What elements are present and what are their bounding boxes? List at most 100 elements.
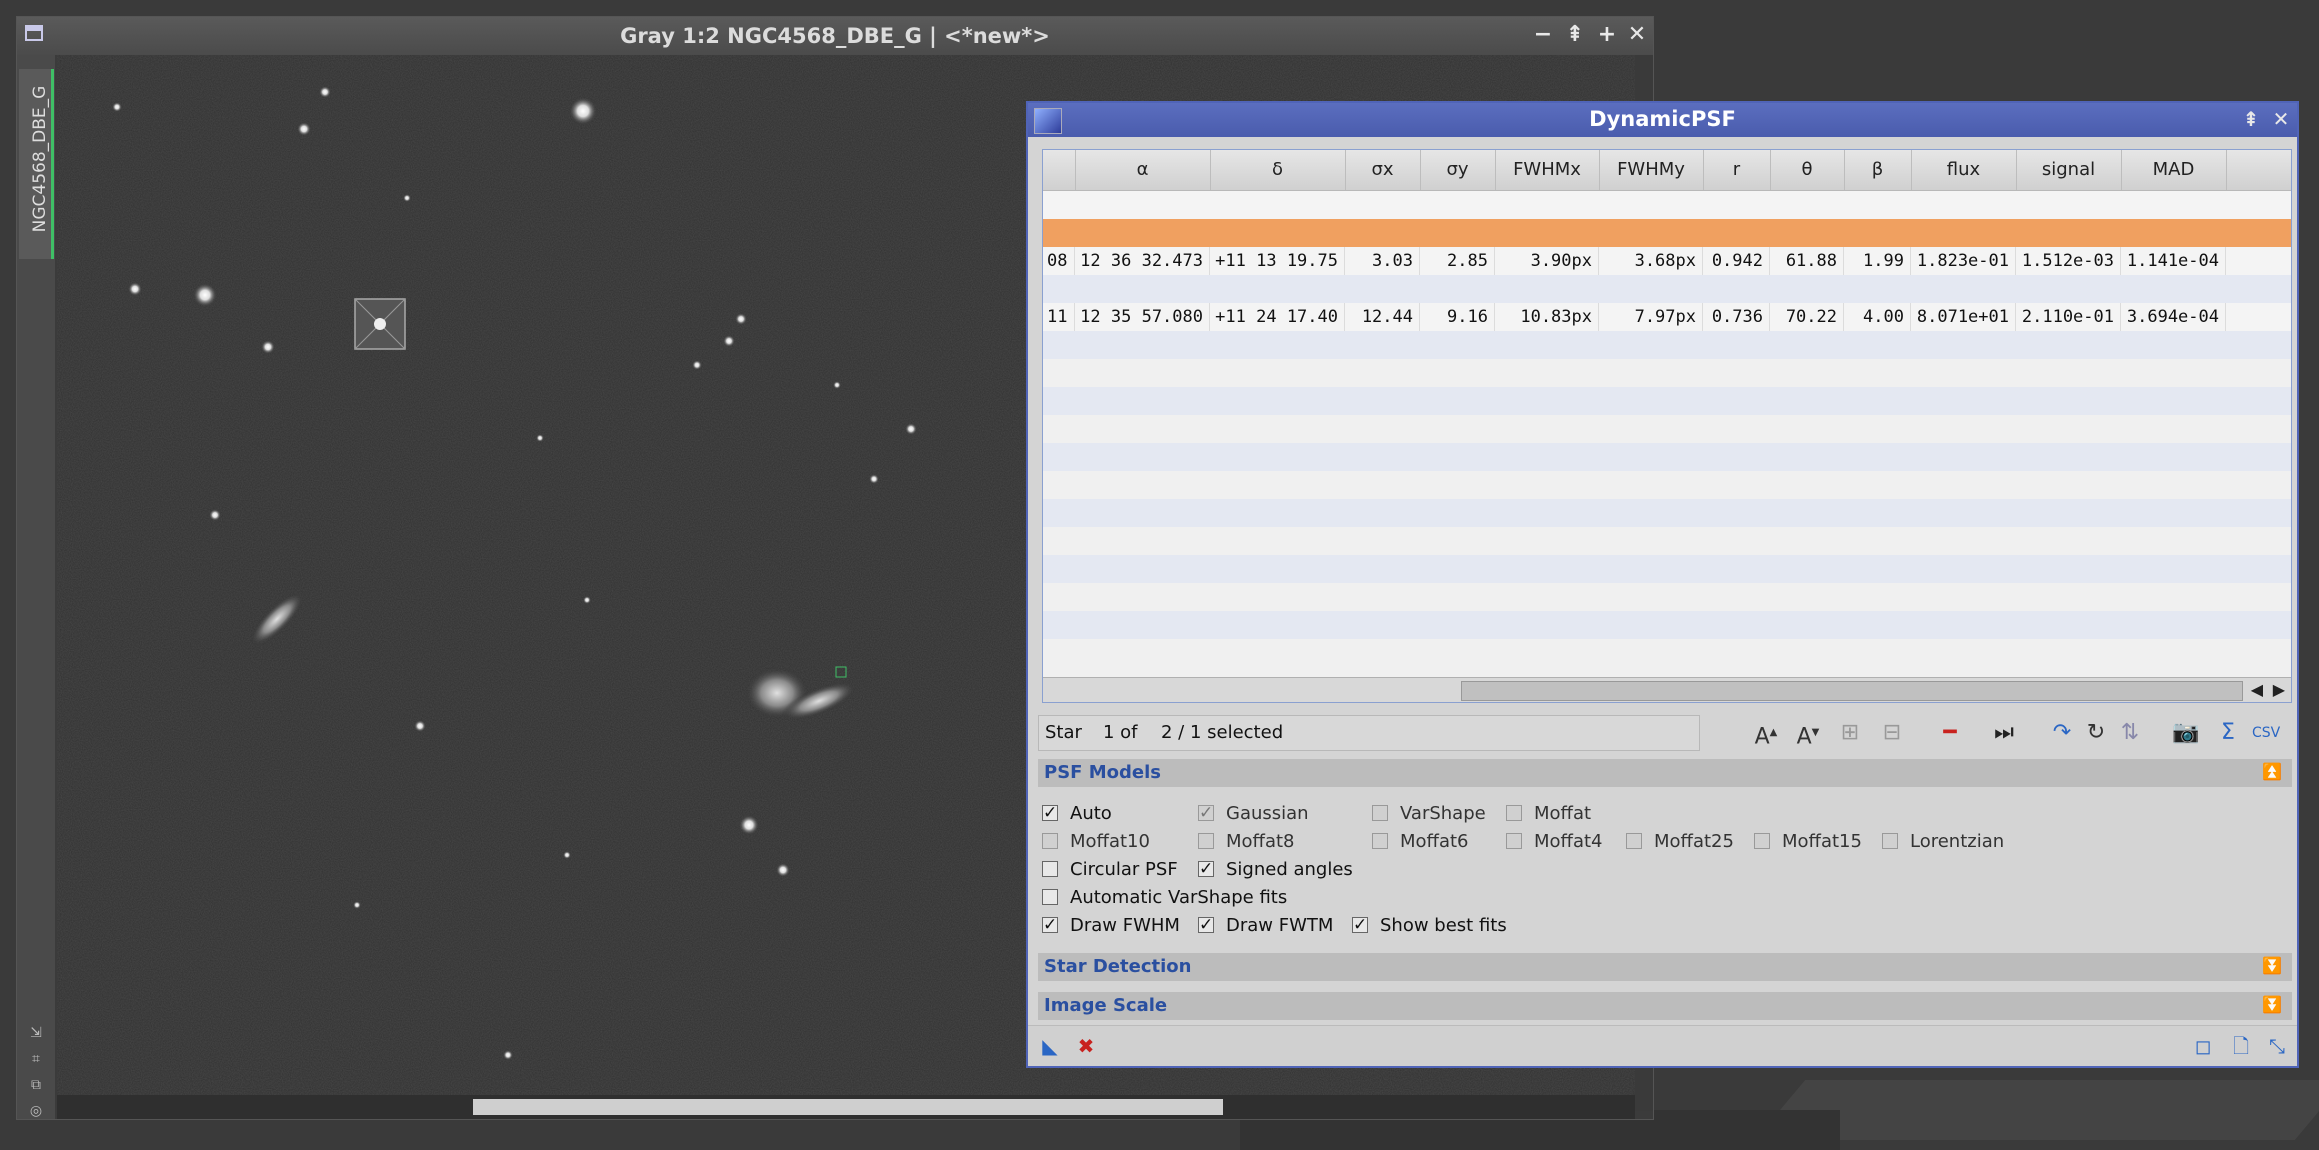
scroll-left-icon[interactable]: ◀ [2251,680,2263,699]
cell-signal: 2.110e-01 [2016,303,2121,331]
status-label: Star [1045,722,1082,743]
image-scale-section[interactable]: Image Scale ⏬ [1038,992,2292,1020]
table-row-blank[interactable] [1043,191,2291,219]
section-title: PSF Models [1044,762,1161,783]
minimize-button[interactable]: − [1531,23,1555,47]
scroll-thumb[interactable] [1461,681,2243,701]
cell-delta: +11 24 17.40 [1210,303,1345,331]
close-button[interactable]: ✕ [1625,23,1649,47]
document-icon[interactable]: 🗋 [2229,1034,2253,1058]
gaussian-checkbox[interactable]: Gaussian [1198,802,1309,825]
fit-view-icon[interactable]: ⌗ [28,1051,44,1067]
psf-models-section[interactable]: PSF Models ⏫ [1038,759,2292,787]
close-button[interactable]: ✕ [2269,107,2293,131]
col-mad[interactable]: MAD [2121,150,2227,190]
col-fwhmy[interactable]: FWHMy [1599,150,1704,190]
target-icon[interactable]: ◎ [28,1103,44,1119]
status-index: 1 of [1103,722,1138,743]
shade-button[interactable]: ⇞ [2239,107,2263,131]
table-row-blank[interactable] [1043,275,2291,303]
col-sigmax[interactable]: σx [1345,150,1421,190]
expand-all-icon[interactable]: ⊞ [1836,719,1864,747]
moffat6-checkbox[interactable]: Moffat6 [1372,831,1468,853]
cell-id: 11 [1043,303,1075,331]
moffat25-checkbox[interactable]: Moffat25 [1626,831,1734,853]
cell-fwhmx: 3.90px [1495,247,1599,275]
cell-flux: 8.071e+01 [1911,303,2016,331]
dynamicpsf-window[interactable]: DynamicPSF ⇞ ✕ α δ σx σy FWHMx FWHMy r θ… [1026,101,2299,1068]
col-flux[interactable]: flux [1911,150,2017,190]
cell-theta: 61.88 [1770,247,1844,275]
cell-fwhmy: 3.68px [1599,247,1703,275]
cell-delta: +11 13 19.75 [1210,247,1345,275]
delete-star-icon[interactable]: ━ [1936,719,1964,747]
col-id[interactable] [1043,150,1076,190]
col-sigmay[interactable]: σy [1420,150,1496,190]
shade-button[interactable]: ⇞ [1563,23,1587,47]
psf-table[interactable]: α δ σx σy FWHMx FWHMy r θ β flux signal … [1042,149,2292,703]
image-window-title: Gray 1:2 NGC4568_DBE_G | <*new*> [620,24,1050,48]
star-detection-section[interactable]: Star Detection ⏬ [1038,953,2292,981]
col-signal[interactable]: signal [2016,150,2122,190]
maximize-button[interactable]: + [1595,23,1619,47]
cell-r: 0.942 [1703,247,1770,275]
resize-arrow-icon[interactable]: ⇲ [28,1025,44,1041]
col-theta[interactable]: θ [1770,150,1845,190]
scroll-thumb[interactable] [473,1099,1223,1115]
varshape-checkbox[interactable]: VarShape [1372,803,1486,825]
redo-icon[interactable]: ↷ [2048,719,2076,747]
shrink-icon[interactable]: ⤡ [2265,1034,2289,1058]
table-horizontal-scrollbar[interactable]: ◀ ▶ [1043,677,2291,702]
dynamicpsf-title-bar[interactable]: DynamicPSF ⇞ ✕ [1028,103,2297,137]
col-r[interactable]: r [1703,150,1771,190]
col-fwhmx[interactable]: FWHMx [1495,150,1600,190]
signed-angles-checkbox[interactable]: Signed angles [1198,858,1353,881]
next-star-icon[interactable]: ⏭ [1990,719,2018,747]
moffat8-checkbox[interactable]: Moffat8 [1198,831,1294,853]
collapse-all-icon[interactable]: ⊟ [1878,719,1906,747]
sort-icon[interactable]: ⇅ [2116,719,2144,747]
sum-icon[interactable]: Σ [2214,719,2242,747]
table-row[interactable]: 11 12 35 57.080 +11 24 17.40 12.44 9.16 … [1043,303,2291,331]
refresh-icon[interactable]: ↻ [2082,719,2110,747]
table-row[interactable]: 08 12 36 32.473 +11 13 19.75 3.03 2.85 3… [1043,247,2291,275]
status-box: Star 1 of 2 / 1 selected [1038,715,1700,751]
cell-alpha: 12 35 57.080 [1075,303,1210,331]
csv-export-icon[interactable]: CSV [2252,719,2280,747]
cell-fwhmy: 7.97px [1599,303,1703,331]
image-horizontal-scrollbar[interactable] [57,1095,1635,1119]
auto-checkbox[interactable]: Auto [1042,802,1112,825]
lorentzian-checkbox[interactable]: Lorentzian [1882,831,2004,853]
col-delta[interactable]: δ [1210,150,1346,190]
table-row-selected[interactable] [1043,219,2291,247]
reset-icon[interactable]: ✖ [1074,1034,1098,1058]
scroll-right-icon[interactable]: ▶ [2273,680,2285,699]
cell-sigmax: 12.44 [1345,303,1420,331]
col-alpha[interactable]: α [1075,150,1211,190]
dynamicpsf-title: DynamicPSF [1589,107,1736,131]
collapse-icon[interactable]: ⏫ [2262,762,2282,781]
font-increase-icon[interactable]: A▲ [1752,719,1780,749]
moffat15-checkbox[interactable]: Moffat15 [1754,831,1862,853]
circular-psf-checkbox[interactable]: Circular PSF [1042,859,1178,881]
expand-icon[interactable]: ⏬ [2262,956,2282,975]
browse-docs-icon[interactable]: ◻ [2191,1034,2215,1058]
moffat10-checkbox[interactable]: Moffat10 [1042,831,1150,853]
process-bottom-bar: ◣ ✖ ◻ 🗋 ⤡ [1028,1025,2297,1066]
moffat-checkbox[interactable]: Moffat [1506,803,1591,825]
image-id-tab[interactable]: NGC4568_DBE_G [19,69,54,259]
camera-icon[interactable]: 📷 [2172,719,2200,747]
expand-icon[interactable]: ⏬ [2262,995,2282,1014]
auto-varshape-checkbox[interactable]: Automatic VarShape fits [1042,887,1287,909]
draw-fwhm-checkbox[interactable]: Draw FWHM [1042,914,1180,937]
cell-sigmay: 9.16 [1420,303,1495,331]
font-decrease-icon[interactable]: A▼ [1794,719,1822,749]
show-best-fits-checkbox[interactable]: Show best fits [1352,914,1507,937]
draw-fwtm-checkbox[interactable]: Draw FWTM [1198,914,1333,937]
image-side-strip: NGC4568_DBE_G ⇲ ⌗ ⧉ ◎ [17,55,55,1119]
moffat4-checkbox[interactable]: Moffat4 [1506,831,1602,853]
image-title-bar[interactable]: Gray 1:2 NGC4568_DBE_G | <*new*> − ⇞ + ✕ [17,17,1653,55]
new-instance-icon[interactable]: ◣ [1038,1034,1062,1058]
col-beta[interactable]: β [1844,150,1912,190]
clone-icon[interactable]: ⧉ [28,1077,44,1093]
